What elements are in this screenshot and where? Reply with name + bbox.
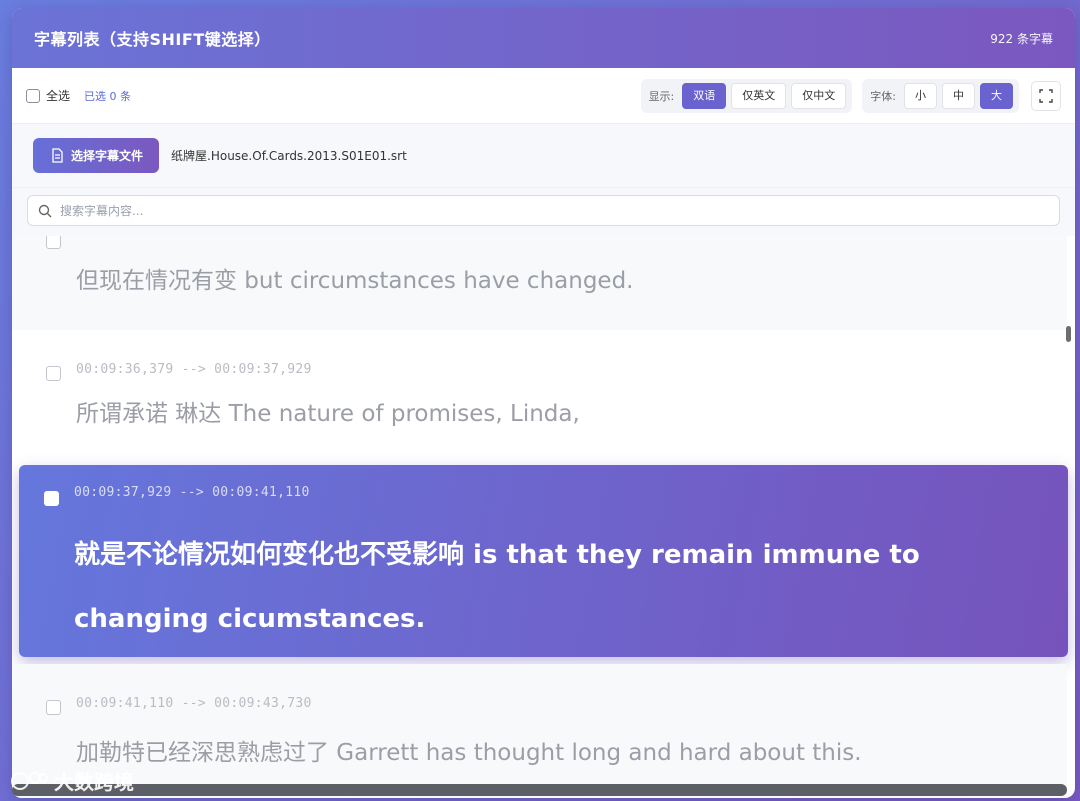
font-large-button[interactable]: 大 <box>980 82 1013 109</box>
subtitle-text: 所谓承诺 琳达 The nature of promises, Linda, <box>76 401 580 427</box>
watermark-text: 大数跨境 <box>54 770 134 794</box>
select-all-label: 全选 <box>46 89 71 103</box>
subtitle-count: 922 条字幕 <box>990 31 1053 46</box>
display-chinese-button[interactable]: 仅中文 <box>791 82 847 109</box>
search-wrapper <box>12 188 1075 236</box>
toolbar: 全选 已选 0 条 显示: 双语 仅英文 仅中文 字体: 小 中 大 <box>12 68 1075 124</box>
subtitle-checkbox[interactable] <box>46 700 61 715</box>
search-box <box>27 195 1060 226</box>
subtitle-checkbox[interactable] <box>46 366 61 381</box>
subtitle-timestamp: 00:09:36,379 --> 00:09:37,929 <box>76 362 312 377</box>
subtitle-timestamp: 00:09:37,929 --> 00:09:41,110 <box>74 485 310 500</box>
subtitle-item-active[interactable]: 00:09:37,929 --> 00:09:41,110 就是不论情况如何变化… <box>19 465 1068 657</box>
subtitle-item[interactable]: 但现在情况有变 but circumstances have changed. <box>12 236 1067 330</box>
fullscreen-icon <box>1039 88 1053 103</box>
subtitle-checkbox[interactable] <box>44 491 59 506</box>
subtitle-checkbox[interactable] <box>46 236 61 249</box>
search-input[interactable] <box>60 203 1049 218</box>
font-medium-button[interactable]: 中 <box>942 82 975 109</box>
subtitle-text: 就是不论情况如何变化也不受影响 is that they remain immu… <box>74 540 920 634</box>
vertical-scrollbar[interactable] <box>1066 326 1071 342</box>
subtitle-text: 加勒特已经深思熟虑过了 Garrett has thought long and… <box>76 740 862 766</box>
subtitle-item[interactable]: 00:09:36,379 --> 00:09:37,929 所谓承诺 琳达 Th… <box>12 330 1067 464</box>
watermark: 大数跨境 <box>10 766 134 795</box>
file-icon <box>52 148 63 163</box>
display-english-button[interactable]: 仅英文 <box>731 82 787 109</box>
font-size-group: 字体: 小 中 大 <box>862 78 1019 113</box>
font-small-button[interactable]: 小 <box>904 82 937 109</box>
subtitle-panel: 字幕列表（支持SHIFT键选择） 922 条字幕 全选 已选 0 条 显示: 双… <box>12 8 1075 798</box>
choose-file-label: 选择字幕文件 <box>71 149 144 163</box>
subtitle-item[interactable]: 00:09:41,110 --> 00:09:43,730 加勒特已经深思熟虑过… <box>12 664 1067 798</box>
select-all[interactable]: 全选 <box>26 87 70 104</box>
choose-file-button[interactable]: 选择字幕文件 <box>33 138 160 173</box>
file-bar: 选择字幕文件 纸牌屋.House.Of.Cards.2013.S01E01.sr… <box>12 124 1075 188</box>
panel-title: 字幕列表（支持SHIFT键选择） <box>34 30 271 49</box>
search-icon <box>38 204 52 217</box>
subtitle-list[interactable]: 但现在情况有变 but circumstances have changed. … <box>12 236 1075 798</box>
display-label: 显示: <box>648 89 675 103</box>
subtitle-timestamp: 00:09:41,110 --> 00:09:43,730 <box>76 696 312 711</box>
watermark-logo-icon <box>11 771 48 790</box>
display-bilingual-button[interactable]: 双语 <box>682 82 727 109</box>
file-name: 纸牌屋.House.Of.Cards.2013.S01E01.srt <box>171 149 407 163</box>
horizontal-scrollbar[interactable] <box>12 784 1067 796</box>
display-mode-group: 显示: 双语 仅英文 仅中文 <box>640 78 853 113</box>
subtitle-text: 但现在情况有变 but circumstances have changed. <box>76 268 634 294</box>
selected-count: 已选 0 条 <box>84 89 132 103</box>
fullscreen-button[interactable] <box>1031 80 1061 111</box>
panel-header: 字幕列表（支持SHIFT键选择） 922 条字幕 <box>12 8 1075 68</box>
font-label: 字体: <box>870 89 896 103</box>
select-all-checkbox[interactable] <box>26 88 40 103</box>
